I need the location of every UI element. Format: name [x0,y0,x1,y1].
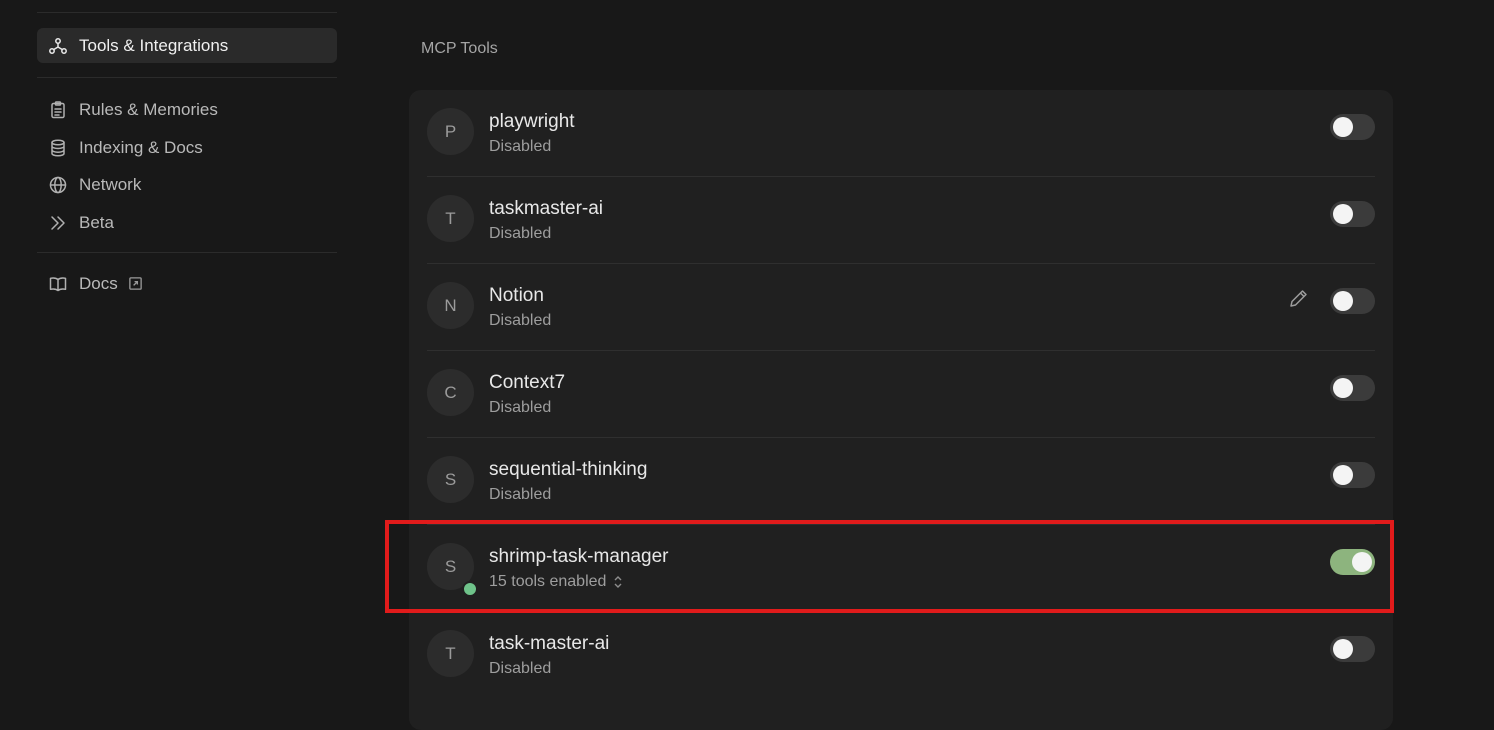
tool-name: task-master-ai [489,633,610,654]
globe-icon [47,174,69,196]
toggle-knob [1333,465,1353,485]
tool-toggle[interactable] [1330,375,1375,401]
toggle-knob [1333,291,1353,311]
tool-name: Notion [489,285,544,306]
tool-row-sequential-thinking: S sequential-thinking Disabled [427,438,1375,525]
sidebar-item-indexing-docs[interactable]: Indexing & Docs [37,130,337,165]
toggle-knob [1333,639,1353,659]
tool-status: Disabled [489,486,552,503]
tool-row-context7: C Context7 Disabled [427,351,1375,438]
sidebar-item-network[interactable]: Network [37,167,337,202]
toggle-knob [1333,204,1353,224]
avatar: P [427,108,474,155]
toggle-knob [1333,378,1353,398]
avatar: C [427,369,474,416]
sidebar-item-tools-integrations[interactable]: Tools & Integrations [37,28,337,63]
tool-name: Context7 [489,372,566,393]
tools-enabled-label: 15 tools enabled [489,573,607,590]
tool-name: playwright [489,111,575,132]
book-icon [47,273,69,295]
tool-toggle[interactable] [1330,549,1375,575]
avatar: S [427,456,474,503]
sidebar-item-docs[interactable]: Docs [37,266,337,301]
tool-name: sequential-thinking [489,459,648,480]
connected-status-dot [462,581,478,597]
mcp-tools-list: P playwright Disabled T taskmaster-ai Di… [409,90,1393,730]
tool-toggle[interactable] [1330,636,1375,662]
settings-sidebar: Tools & Integrations Rules & Memories In… [0,0,360,703]
tool-row-notion: N Notion Disabled [427,264,1375,351]
avatar: T [427,195,474,242]
sidebar-divider [37,252,337,253]
sidebar-item-label: Tools & Integrations [79,35,229,55]
tool-row-playwright: P playwright Disabled [427,90,1375,177]
sidebar-item-label: Network [79,174,142,194]
avatar: T [427,630,474,677]
sidebar-divider [37,77,337,78]
clipboard-icon [47,99,69,121]
tool-row-shrimp-task-manager: S shrimp-task-manager 15 tools enabled [427,525,1375,612]
double-chevron-right-icon [47,212,69,234]
tool-toggle[interactable] [1330,288,1375,314]
chevron-up-down-icon [613,575,623,589]
avatar: N [427,282,474,329]
tool-status: Disabled [489,225,552,242]
tool-row-taskmaster-ai: T taskmaster-ai Disabled [427,177,1375,264]
toggle-knob [1352,552,1372,572]
tools-integrations-icon [47,35,69,57]
tools-enabled-dropdown[interactable]: 15 tools enabled [489,573,623,591]
database-icon [47,137,69,159]
external-link-icon [128,276,143,291]
sidebar-item-label: Docs [79,273,118,293]
tool-status: Disabled [489,138,552,155]
tool-toggle[interactable] [1330,114,1375,140]
sidebar-item-rules-memories[interactable]: Rules & Memories [37,92,337,127]
sidebar-item-beta[interactable]: Beta [37,205,337,240]
tool-row-task-master-ai: T task-master-ai Disabled [427,612,1375,699]
tool-status: Disabled [489,399,552,416]
sidebar-item-label: Beta [79,212,114,232]
tool-toggle[interactable] [1330,462,1375,488]
toggle-knob [1333,117,1353,137]
pencil-icon[interactable] [1287,288,1311,312]
tool-toggle[interactable] [1330,201,1375,227]
tool-name: taskmaster-ai [489,198,604,219]
tool-name: shrimp-task-manager [489,546,669,567]
sidebar-item-label: Rules & Memories [79,99,218,119]
tool-status: Disabled [489,312,552,329]
sidebar-divider [37,12,337,13]
sidebar-item-label: Indexing & Docs [79,137,203,157]
section-title: MCP Tools [421,40,498,57]
tool-status: Disabled [489,660,552,677]
